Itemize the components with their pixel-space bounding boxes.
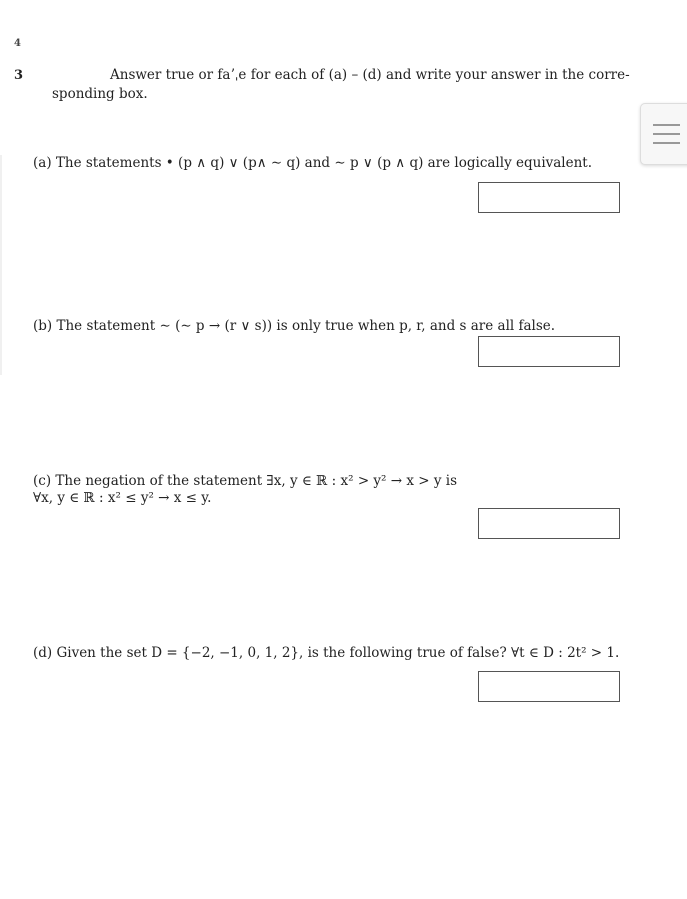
instructions-line-2: sponding box. — [52, 86, 148, 102]
part-b-statement: (b) The statement ∼ (∼ p → (r ∨ s)) is o… — [33, 318, 556, 334]
part-c-statement-line-2: ∀x, y ∈ ℝ : x² ≤ y² → x ≤ y. — [33, 490, 212, 506]
part-b-answer-box[interactable] — [478, 336, 620, 367]
part-c-statement-line-1: (c) The negation of the statement ∃x, y … — [33, 473, 458, 489]
part-a-statement: (a) The statements • (p ∧ q) ∨ (p∧ ∼ q) … — [33, 155, 593, 171]
menu-button[interactable] — [640, 103, 687, 165]
part-c-answer-box[interactable] — [478, 508, 620, 539]
left-edge-strip — [0, 155, 2, 375]
previous-question-number: 4 — [14, 38, 21, 49]
part-d-answer-box[interactable] — [478, 671, 620, 702]
question-number: 3 — [14, 68, 24, 83]
part-a-answer-box[interactable] — [478, 182, 620, 213]
part-d-statement: (d) Given the set D = {−2, −1, 0, 1, 2},… — [33, 645, 620, 661]
instructions-line-1: Answer true or faʼˌe for each of (a) – (… — [110, 67, 630, 83]
